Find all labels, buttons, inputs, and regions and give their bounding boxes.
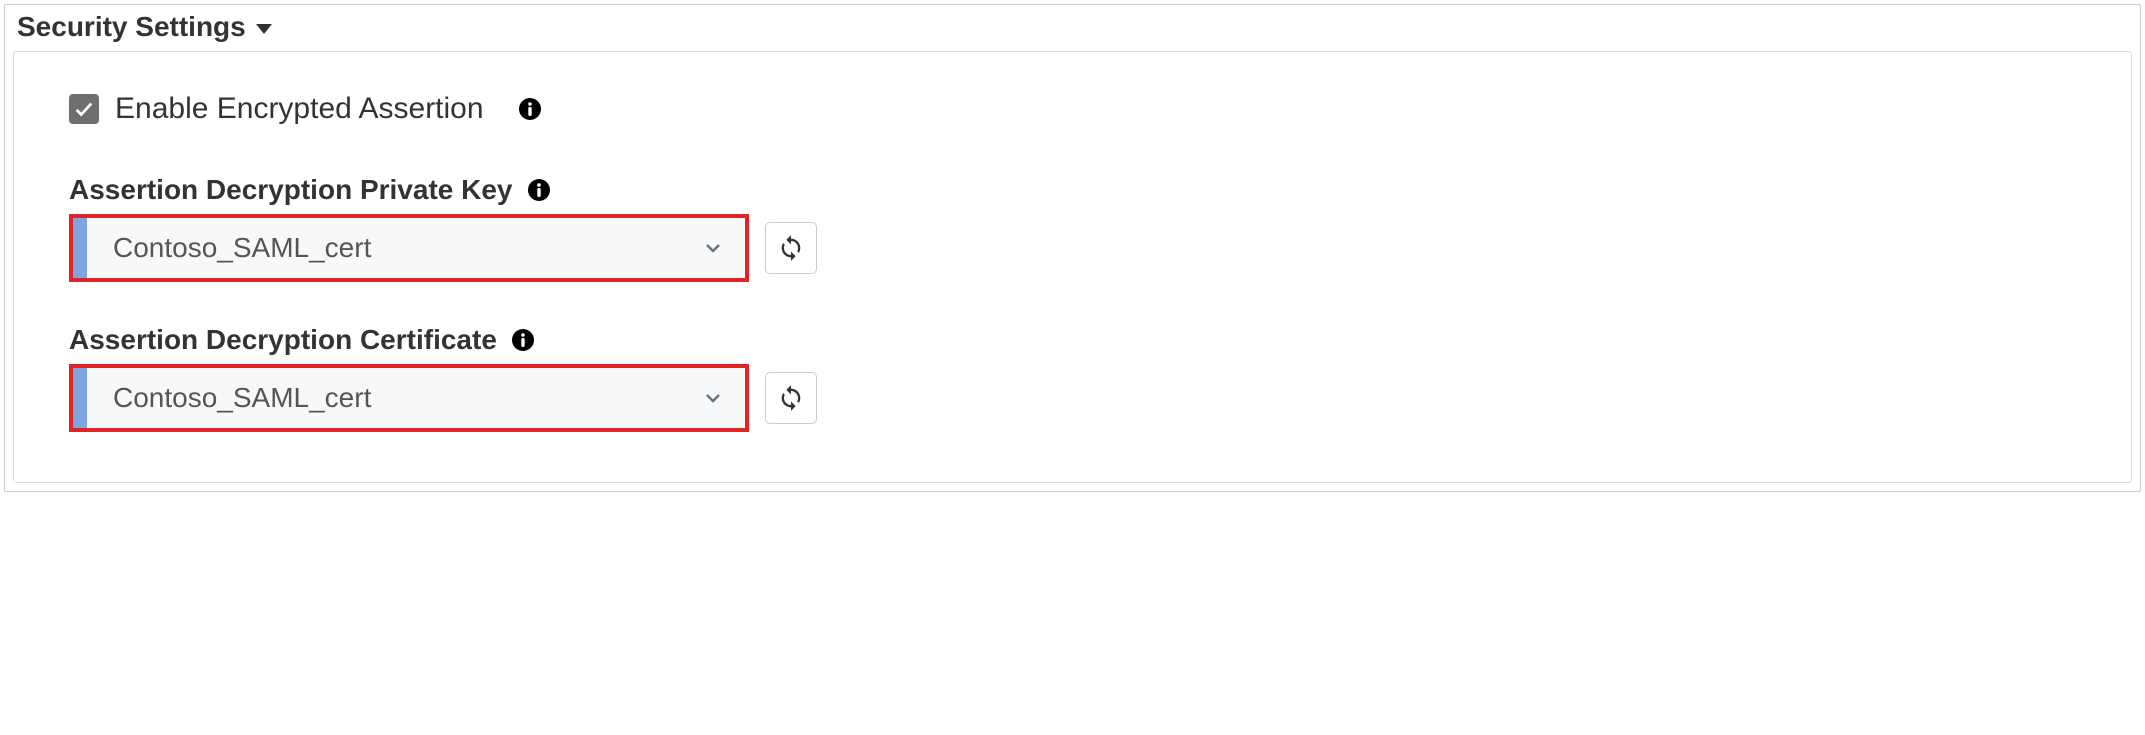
refresh-icon xyxy=(777,384,805,412)
panel-body: Enable Encrypted Assertion Assertion Dec… xyxy=(13,51,2132,483)
chevron-down-icon xyxy=(701,236,725,260)
assertion-decryption-private-key-field: Assertion Decryption Private Key Contoso… xyxy=(69,174,2091,282)
field-label-row: Assertion Decryption Certificate xyxy=(69,324,2091,356)
info-icon[interactable] xyxy=(518,97,542,121)
field-input-row: Contoso_SAML_cert xyxy=(69,364,2091,432)
field-input-row: Contoso_SAML_cert xyxy=(69,214,2091,282)
chevron-down-icon xyxy=(701,386,725,410)
certificate-label: Assertion Decryption Certificate xyxy=(69,324,497,356)
certificate-select-value: Contoso_SAML_cert xyxy=(113,382,371,414)
private-key-label: Assertion Decryption Private Key xyxy=(69,174,513,206)
info-icon[interactable] xyxy=(527,178,551,202)
certificate-select[interactable]: Contoso_SAML_cert xyxy=(69,364,749,432)
private-key-select-value: Contoso_SAML_cert xyxy=(113,232,371,264)
panel-header-toggle[interactable]: Security Settings xyxy=(13,9,2132,51)
info-icon[interactable] xyxy=(511,328,535,352)
panel-title: Security Settings xyxy=(17,11,246,43)
private-key-refresh-button[interactable] xyxy=(765,222,817,274)
certificate-refresh-button[interactable] xyxy=(765,372,817,424)
enable-encrypted-assertion-checkbox[interactable] xyxy=(69,94,99,124)
caret-down-icon xyxy=(256,24,272,34)
assertion-decryption-certificate-field: Assertion Decryption Certificate Contoso… xyxy=(69,324,2091,432)
enable-encrypted-assertion-row: Enable Encrypted Assertion xyxy=(69,92,2091,126)
security-settings-panel: Security Settings Enable Encrypted Asser… xyxy=(4,4,2141,492)
private-key-select[interactable]: Contoso_SAML_cert xyxy=(69,214,749,282)
field-label-row: Assertion Decryption Private Key xyxy=(69,174,2091,206)
check-icon xyxy=(73,98,95,120)
refresh-icon xyxy=(777,234,805,262)
enable-encrypted-assertion-label: Enable Encrypted Assertion xyxy=(115,92,484,126)
